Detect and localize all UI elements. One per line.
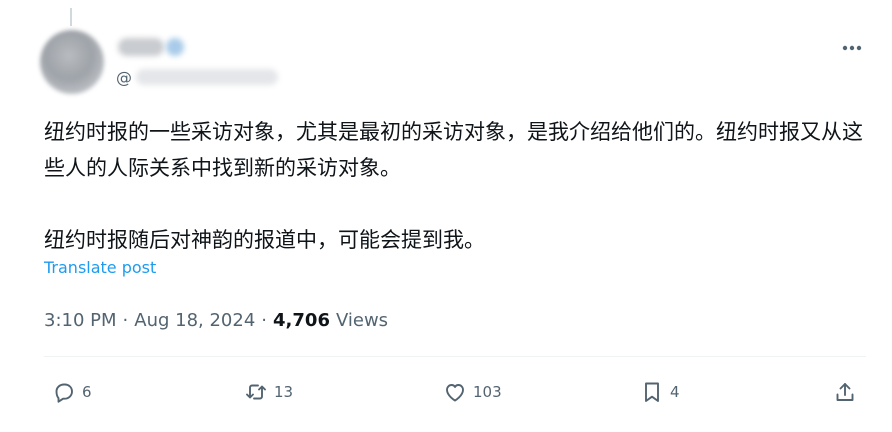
share-upload-icon	[836, 383, 854, 401]
handle-at-sign: @	[116, 67, 132, 87]
translate-post-link[interactable]: Translate post	[44, 258, 156, 277]
like-count: 103	[473, 383, 502, 401]
ellipsis-icon	[842, 45, 862, 51]
bookmark-icon	[645, 382, 659, 402]
tweet-date[interactable]: Aug 18, 2024	[134, 310, 255, 331]
bookmark-button[interactable]: 4	[640, 378, 680, 406]
separator-dot: ·	[122, 309, 129, 331]
verified-badge-blurred	[166, 38, 184, 56]
separator-dot: ·	[261, 309, 268, 331]
like-button[interactable]: 103	[443, 378, 502, 406]
share-button[interactable]	[833, 378, 857, 406]
heart-icon	[446, 384, 464, 402]
reply-button[interactable]: 6	[52, 378, 92, 406]
divider	[44, 356, 866, 357]
speech-bubble-icon	[55, 383, 73, 403]
handle-blurred	[136, 69, 278, 85]
repost-button[interactable]: 13	[244, 378, 293, 406]
tweet-paragraph: 纽约时报随后对神韵的报道中，可能会提到我。	[44, 228, 485, 252]
avatar[interactable]	[40, 30, 104, 94]
repost-arrows-icon	[246, 384, 266, 400]
views-label: Views	[335, 309, 389, 331]
tweet-metadata: 3:10 PM · Aug 18, 2024 · 4,706 Views	[44, 306, 388, 334]
repost-count: 13	[274, 383, 294, 401]
thread-line	[70, 8, 72, 26]
tweet-time[interactable]: 3:10 PM	[44, 310, 117, 331]
tweet-text: 纽约时报的一些采访对象，尤其是最初的采访对象，是我介绍给他们的。纽约时报又从这些…	[44, 114, 866, 258]
reply-count: 6	[82, 383, 92, 401]
views-count: 4,706	[273, 309, 330, 331]
tweet-paragraph: 纽约时报的一些采访对象，尤其是最初的采访对象，是我介绍给他们的。纽约时报又从这些…	[44, 120, 863, 180]
bookmark-count: 4	[670, 383, 680, 401]
author-handle[interactable]: @	[116, 66, 278, 88]
more-options-button[interactable]	[838, 36, 866, 60]
author-name-blurred[interactable]	[118, 38, 164, 56]
